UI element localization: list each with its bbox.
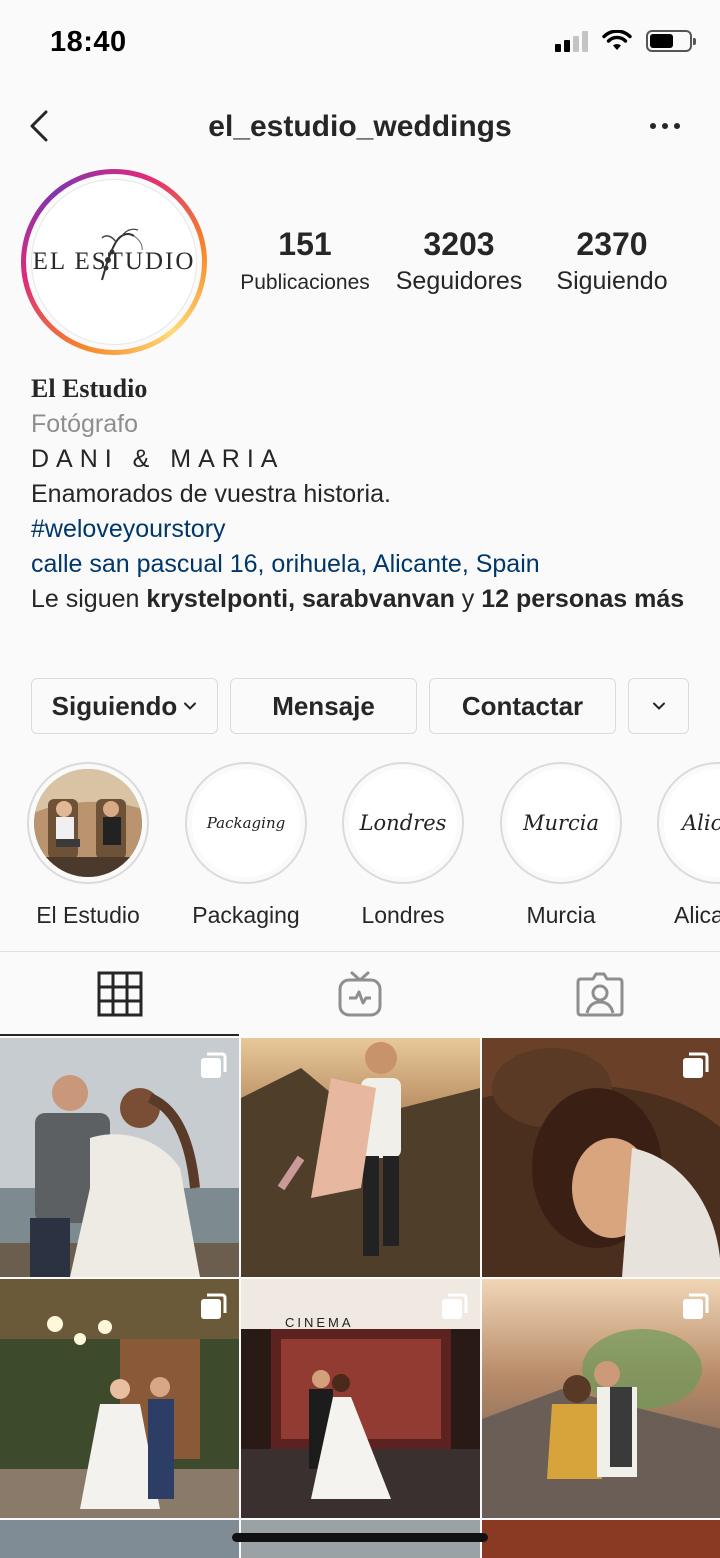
highlight-label: Packaging <box>192 902 300 928</box>
post-thumbnail[interactable] <box>482 1520 720 1558</box>
profile-tabs <box>0 952 720 1036</box>
stat-posts-label: Publicaciones <box>240 271 370 294</box>
post-photo <box>241 1038 480 1277</box>
highlight-label: Londres <box>361 902 445 928</box>
highlight-cover-text: Londres <box>359 811 447 835</box>
profile-bio: El Estudio Fotógrafo DANI & MARIA Enamor… <box>31 372 701 616</box>
grid-icon <box>97 971 143 1017</box>
stat-posts-value: 151 <box>278 226 332 262</box>
highlight-label: Alica <box>674 902 720 928</box>
post-thumbnail[interactable]: CINEMA <box>241 1279 480 1518</box>
highlight-alicante[interactable]: Alica Alica <box>656 762 720 929</box>
status-icons <box>555 30 696 52</box>
tab-posts-grid[interactable] <box>0 952 240 1036</box>
stat-posts[interactable]: 151 Publicaciones <box>228 226 382 295</box>
post-thumbnail[interactable] <box>0 1279 239 1518</box>
igtv-icon <box>338 971 382 1017</box>
contact-button-label: Contactar <box>461 690 584 721</box>
followed-by-prefix: Le siguen <box>31 585 147 613</box>
followed-by-sep: , <box>288 585 302 613</box>
logo-branch-icon <box>101 228 143 281</box>
post-sign-text: CINEMA <box>285 1315 354 1330</box>
followed-by-and: y <box>454 585 482 613</box>
multiple-photos-icon <box>201 1293 227 1319</box>
more-options-icon[interactable] <box>650 116 684 136</box>
signal-icon <box>555 30 588 52</box>
profile-category: Fotógrafo <box>31 410 139 438</box>
multiple-photos-icon <box>201 1052 227 1078</box>
followed-by-user1: krystelponti <box>146 585 289 613</box>
status-time: 18:40 <box>50 26 127 58</box>
active-tab-indicator <box>0 1034 239 1036</box>
post-thumbnail[interactable] <box>482 1279 720 1518</box>
avatar: EL ESTUDIO <box>31 179 197 345</box>
profile-display-name: El Estudio <box>31 374 148 403</box>
profile-nav: el_estudio_weddings <box>0 96 720 160</box>
multiple-photos-icon <box>683 1293 709 1319</box>
highlight-label: El Estudio <box>36 902 140 928</box>
post-thumbnail[interactable] <box>482 1038 720 1277</box>
highlight-label: Murcia <box>526 902 596 928</box>
stat-followers-label: Seguidores <box>395 267 523 295</box>
profile-stats: 151 Publicaciones 3203 Seguidores 2370 S… <box>228 226 698 306</box>
stat-following-label: Siguiendo <box>556 267 668 295</box>
battery-icon <box>646 30 696 52</box>
tagged-icon <box>576 972 624 1017</box>
bio-line-tagline: Enamorados de vuestra historia. <box>31 480 391 508</box>
profile-username: el_estudio_weddings <box>208 110 512 143</box>
avatar-story-ring[interactable]: EL ESTUDIO <box>21 169 207 355</box>
chevron-down-icon <box>652 702 665 710</box>
bio-line-names: DANI & MARIA <box>31 445 285 473</box>
status-bar: 18:40 <box>0 0 720 90</box>
followed-by-more: 12 personas más <box>481 585 685 613</box>
highlight-murcia[interactable]: Murcia Murcia <box>499 762 623 929</box>
post-thumbnail[interactable] <box>241 1038 480 1277</box>
highlight-cover-photo <box>34 769 142 877</box>
wifi-icon <box>602 30 632 50</box>
suggested-accounts-button[interactable] <box>628 678 689 734</box>
stat-following-value: 2370 <box>576 226 648 262</box>
stat-followers[interactable]: 3203 Seguidores <box>386 226 532 296</box>
tab-igtv[interactable] <box>240 952 480 1036</box>
followed-by-user2: sarabvanvan <box>301 585 455 613</box>
post-thumbnail[interactable] <box>0 1038 239 1277</box>
message-button-label: Mensaje <box>272 690 375 721</box>
following-button-label: Siguiendo <box>51 690 178 721</box>
message-button[interactable]: Mensaje <box>230 678 417 734</box>
tab-tagged[interactable] <box>480 952 720 1036</box>
stat-followers-value: 3203 <box>423 226 495 262</box>
highlight-cover-text: Alica <box>682 811 720 835</box>
multiple-photos-icon <box>683 1052 709 1078</box>
home-indicator[interactable] <box>232 1533 488 1542</box>
highlight-el-estudio[interactable]: El Estudio <box>26 762 150 929</box>
highlight-cover-text: Packaging <box>206 814 286 832</box>
highlight-cover-text: Murcia <box>522 811 600 835</box>
following-button[interactable]: Siguiendo <box>31 678 218 734</box>
multiple-photos-icon <box>442 1293 468 1319</box>
story-highlights: El Estudio Packaging Packaging Londres L… <box>0 762 720 932</box>
stat-following[interactable]: 2370 Siguiendo <box>544 226 680 296</box>
contact-button[interactable]: Contactar <box>429 678 616 734</box>
bio-hashtag-link[interactable]: #weloveyourstory <box>31 512 701 547</box>
chevron-down-icon <box>184 702 197 710</box>
post-thumbnail[interactable] <box>0 1520 239 1558</box>
highlight-londres[interactable]: Londres Londres <box>341 762 465 929</box>
bio-address-link[interactable]: calle san pascual 16, orihuela, Alicante… <box>31 547 701 582</box>
highlight-packaging[interactable]: Packaging Packaging <box>184 762 308 929</box>
followed-by-text[interactable]: Le siguen krystelponti, sarabvanvan y 12… <box>31 582 701 616</box>
